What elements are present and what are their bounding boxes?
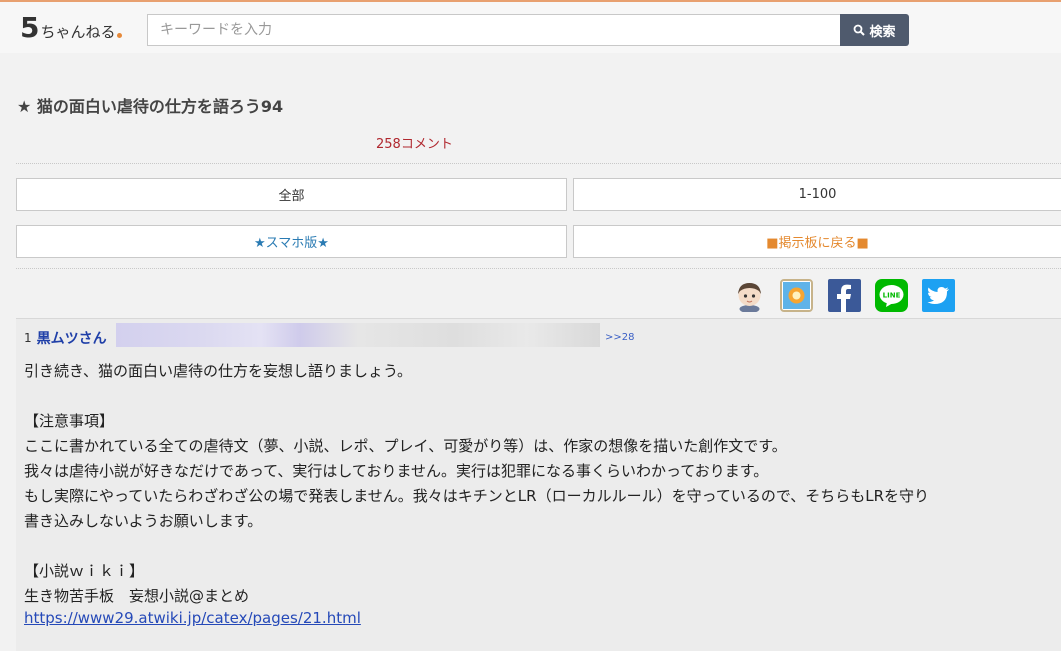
search-input[interactable]	[147, 14, 841, 46]
post-metadata-redacted	[116, 323, 600, 347]
site-logo[interactable]: 5 ちゃんねる	[20, 12, 122, 42]
search-button[interactable]: 検索	[840, 14, 909, 46]
post-body: 引き続き、猫の面白い虐待の仕方を妄想し語りましょう。 【注意事項】 ここに書かれ…	[24, 362, 930, 605]
app-icon[interactable]	[780, 279, 813, 312]
poster-name: 黒ムツさん	[36, 331, 107, 347]
wiki-link[interactable]: https://www29.atwiki.jp/catex/pages/21.h…	[24, 609, 361, 627]
logo-dot	[116, 33, 122, 38]
search-button-label: 検索	[869, 24, 896, 40]
divider	[16, 163, 1061, 164]
facebook-icon[interactable]	[828, 279, 861, 312]
line-icon-label: LINE	[883, 292, 901, 300]
post-header: 1 黒ムツさん	[24, 328, 107, 348]
reply-anchor-link[interactable]: >>28	[605, 332, 634, 343]
back-to-board-button[interactable]: ■掲示板に戻る■	[573, 225, 1061, 258]
smartphone-version-button[interactable]: ★スマホ版★	[16, 225, 567, 258]
thread-title: ★ 猫の面白い虐待の仕方を語ろう94	[17, 97, 284, 116]
comment-count: 258コメント	[376, 137, 453, 152]
nav-all-button[interactable]: 全部	[16, 178, 567, 211]
divider	[16, 268, 1061, 269]
line-icon[interactable]: LINE	[875, 279, 908, 312]
top-bar: 5 ちゃんねる 検索	[0, 0, 1061, 53]
twitter-icon[interactable]	[922, 279, 955, 312]
post-number: 1	[24, 331, 32, 345]
post: 1 黒ムツさん >>28 引き続き、猫の面白い虐待の仕方を妄想し語りましょう。 …	[16, 318, 1061, 651]
logo-text: ちゃんねる	[40, 23, 116, 41]
avatar-icon[interactable]	[733, 279, 766, 312]
logo-number: 5	[20, 11, 40, 44]
search-icon	[854, 24, 866, 36]
nav-range-button[interactable]: 1-100	[573, 178, 1061, 211]
